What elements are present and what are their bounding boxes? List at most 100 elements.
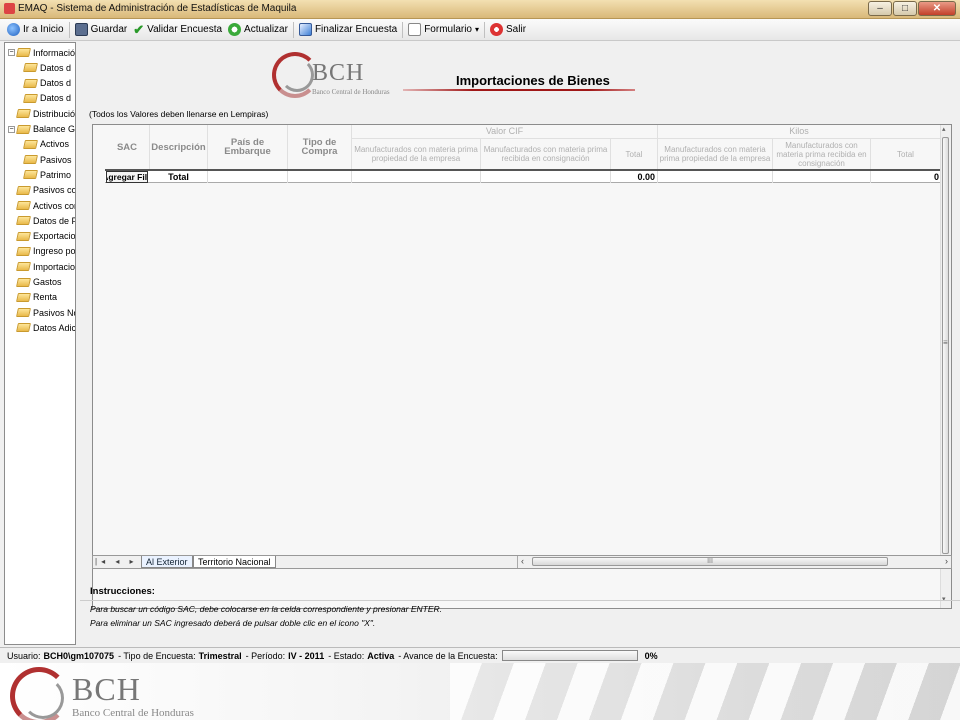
tree-item-label: Datos Adici (33, 322, 76, 333)
form-dropdown-button[interactable]: Formulario ▾ (405, 20, 482, 40)
tree-item-label: Importacion (33, 261, 76, 272)
folder-icon (16, 231, 31, 241)
tree-item[interactable]: Gastos (8, 275, 62, 290)
total-cell-empty (773, 171, 871, 183)
refresh-button[interactable]: Actualizar (225, 20, 291, 40)
tree-item-label: Pasivos No (33, 307, 76, 318)
tree-item-label: Balance Ge (33, 124, 76, 134)
home-button[interactable]: Ir a Inicio (4, 20, 67, 40)
horizontal-scrollbar[interactable]: ‹ III › (517, 556, 952, 568)
vertical-scroll-thumb[interactable]: ≡ (942, 137, 949, 554)
progress-label: - Avance de la Encuesta: (398, 650, 498, 661)
tab-territorio-nacional[interactable]: Territorio Nacional (193, 556, 276, 568)
progress-value: 0% (644, 650, 658, 661)
column-header-kg-total[interactable]: Total (871, 139, 941, 169)
validate-button[interactable]: ✔ Validar Encuesta (130, 20, 225, 40)
total-cell-empty (208, 171, 288, 183)
maximize-button[interactable]: □ (893, 1, 917, 16)
collapse-icon[interactable]: − (8, 49, 15, 56)
exit-button[interactable]: Salir (487, 20, 529, 40)
close-button[interactable]: ✕ (918, 1, 956, 16)
tree-item[interactable]: Activos con (8, 198, 75, 213)
horizontal-scroll-thumb[interactable]: III (532, 557, 888, 566)
tree-item[interactable]: Pasivos No (8, 305, 76, 320)
add-row-button[interactable]: Agregar Fila (106, 171, 148, 183)
navigation-tree: − Información Datos d Datos d Datos d Distrib… (4, 42, 76, 645)
folder-icon (16, 216, 31, 226)
instruction-line: Para eliminar un SAC ingresado deberá de… (90, 618, 376, 628)
column-header-kg-own[interactable]: Manufacturados con materia prima propied… (658, 139, 773, 169)
tree-item[interactable]: Datos d (23, 91, 72, 106)
tree-item-label: Pasivos cor (33, 185, 76, 196)
grip-icon: ≡ (943, 338, 948, 347)
total-cell-empty (658, 171, 773, 183)
page-title: Importaciones de Bienes (456, 73, 610, 88)
title-bar: EMAQ - Sistema de Administración de Esta… (0, 0, 960, 19)
total-row: Agregar Fila Total 0.00 0 (105, 169, 951, 183)
instruction-line: Para buscar un código SAC, debe colocars… (90, 604, 442, 614)
tree-item-label: Pasivos (40, 154, 72, 165)
folder-icon (16, 48, 31, 57)
column-header-cif-total[interactable]: Total (611, 139, 658, 169)
tree-item[interactable]: Importacion (8, 259, 76, 274)
scroll-up-icon[interactable]: ▴ (942, 125, 946, 133)
logo-swoosh-icon (22, 677, 64, 719)
column-header-purchase-type[interactable]: Tipo de Compra (288, 125, 352, 169)
footer-logo-subtext: Banco Central de Honduras (72, 707, 194, 719)
finish-survey-button[interactable]: Finalizar Encuesta (296, 20, 400, 40)
tree-item-label: Renta (33, 292, 58, 303)
window-controls: – □ ✕ (868, 1, 956, 16)
column-header-description[interactable]: Descripción (150, 125, 208, 169)
folder-icon (23, 93, 38, 103)
total-cell-empty (352, 171, 481, 183)
period-label: - Período: (245, 650, 286, 661)
folder-icon (16, 124, 31, 134)
minimize-button[interactable]: – (868, 1, 892, 16)
save-button[interactable]: Guardar (72, 20, 131, 40)
tree-item-label: Patrimo (40, 169, 72, 180)
total-cif-value: 0.00 (611, 171, 658, 183)
total-kilos-value: 0 (933, 172, 939, 182)
toolbar-separator (292, 21, 294, 38)
tree-item-label: Datos d (40, 62, 72, 73)
tree-item[interactable]: Pasivos cor (8, 183, 76, 198)
period-value: IV - 2011 (288, 650, 325, 661)
tree-item[interactable]: Datos d (23, 60, 72, 75)
toolbar-separator (68, 21, 70, 38)
column-header-cif-consignment[interactable]: Manufacturados con materia prima recibid… (481, 139, 611, 169)
scroll-down-icon[interactable]: ▾ (942, 595, 946, 603)
tab-al-exterior[interactable]: Al Exterior (141, 556, 193, 568)
tree-item[interactable]: Pasivos (23, 152, 72, 167)
tree-item[interactable]: Datos Adici (8, 320, 76, 335)
state-value: Activa (367, 650, 395, 661)
folder-icon (23, 63, 38, 73)
logo-text: BCH (312, 60, 365, 86)
vertical-scrollbar[interactable]: ▴ ≡ ▾ (940, 125, 951, 608)
tree-item[interactable]: − Información (8, 45, 75, 60)
column-header-kg-consignment[interactable]: Manufacturados con materia prima recibid… (773, 139, 871, 169)
tree-item-label: Datos d (40, 93, 72, 104)
folder-icon (16, 185, 31, 195)
folder-icon (16, 109, 31, 119)
column-header-country[interactable]: País de Embarque (208, 125, 288, 169)
column-header-sac[interactable]: SAC (105, 125, 150, 169)
column-header-cif-own[interactable]: Manufacturados con materia prima propied… (352, 139, 481, 169)
tree-item[interactable]: Datos d (23, 76, 71, 91)
tree-item[interactable]: Activos (23, 137, 69, 152)
scroll-left-icon[interactable]: ‹ (521, 556, 524, 567)
tree-item[interactable]: − Balance Ge (8, 122, 76, 137)
tree-item[interactable]: Patrimo (23, 167, 72, 182)
scroll-right-icon[interactable]: › (945, 556, 948, 567)
imports-data-grid[interactable]: SAC Descripción País de Embarque Tipo de… (92, 124, 952, 609)
tree-item[interactable]: Distribución (8, 106, 75, 121)
group-header-cif: Valor CIF (352, 125, 658, 139)
tree-item[interactable]: Renta (8, 290, 57, 305)
collapse-icon[interactable]: − (8, 125, 15, 133)
folder-icon (16, 292, 31, 302)
tree-item[interactable]: Exportacion (8, 229, 75, 244)
tree-item[interactable]: Datos de Pr (8, 213, 75, 228)
window-title: EMAQ - Sistema de Administración de Esta… (18, 3, 297, 14)
tree-item[interactable]: Ingreso por (8, 244, 75, 259)
bch-logo: BCH Banco Central de Honduras (272, 50, 412, 100)
app-icon (4, 3, 15, 14)
